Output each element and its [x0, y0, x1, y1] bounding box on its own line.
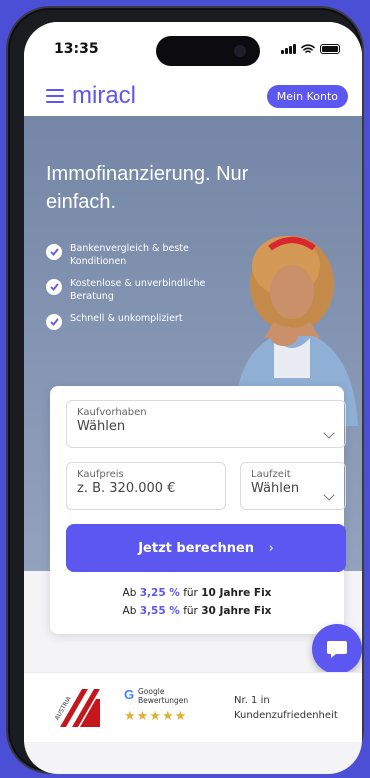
benefit-text: Schnell & unkompliziert: [70, 313, 183, 324]
benefit-list: Bankenvergleich & beste Konditionen Kost…: [46, 242, 216, 339]
rate-value: 3,55 %: [139, 605, 180, 617]
google-icon: G: [124, 687, 135, 702]
benefit-text: Bankenvergleich & beste Konditionen: [70, 243, 189, 267]
wifi-icon: [301, 44, 315, 53]
check-icon: [46, 244, 62, 260]
camera-icon: [234, 45, 246, 57]
logo[interactable]: miracl: [46, 82, 136, 110]
austria-badge-icon: AUSTRIA: [54, 689, 100, 727]
signal-icon: [281, 44, 296, 54]
status-time: 13:35: [54, 41, 99, 57]
price-label: Kaufpreis: [77, 469, 124, 480]
logo-text: miracl: [72, 82, 136, 109]
menu-icon[interactable]: [46, 89, 64, 103]
chat-icon: [327, 641, 347, 658]
satisfaction-text: Nr. 1 in Kundenzufriedenheit: [234, 695, 338, 721]
phone-screen: 13:35 miracl Mein Konto Immofinanzierung…: [24, 22, 362, 774]
purpose-select[interactable]: Kaufvorhaben Wählen: [66, 400, 346, 448]
chat-button[interactable]: [312, 624, 362, 674]
rate-line: Ab 3,25 % für 10 Jahre Fix: [122, 587, 272, 599]
calculator-card: Kaufvorhaben Wählen Kaufpreis z. B. 320.…: [50, 386, 346, 634]
star-icon: ★: [124, 709, 136, 724]
rate-value: 3,25 %: [139, 587, 180, 599]
benefit-item: Schnell & unkompliziert: [46, 312, 216, 330]
star-icon: ★: [149, 709, 161, 724]
price-input[interactable]: Kaufpreis z. B. 320.000 €: [66, 462, 226, 510]
phone-frame: 13:35 miracl Mein Konto Immofinanzierung…: [6, 6, 364, 774]
battery-icon: [320, 44, 340, 54]
chevron-right-icon: ›: [268, 540, 274, 556]
benefit-text: Kostenlose & unverbindliche Beratung: [70, 278, 206, 302]
check-icon: [46, 314, 62, 330]
star-icon: ★: [161, 709, 174, 724]
purpose-value: Wählen: [77, 419, 126, 434]
trust-footer: AUSTRIA G Google Bewertungen ★ ★ ★ ★ ★ Nr. 1…: [24, 672, 362, 742]
top-nav: miracl Mein Konto: [24, 76, 362, 116]
rating-stars: ★ ★ ★ ★ ★: [124, 709, 188, 724]
dynamic-island: [156, 36, 260, 66]
term-select[interactable]: Laufzeit Wählen: [240, 462, 346, 510]
term-label: Laufzeit: [251, 469, 291, 480]
hero-title: Immofinanzierung. Nur einfach.: [46, 163, 249, 213]
price-placeholder: z. B. 320.000 €: [77, 481, 176, 496]
google-text: Google Bewertungen: [138, 687, 189, 705]
account-button[interactable]: Mein Konto: [266, 84, 348, 108]
check-icon: [46, 279, 62, 295]
benefit-item: Kostenlose & unverbindliche Beratung: [46, 277, 216, 303]
rate-info: Ab 3,25 % für 10 Jahre Fix Ab 3,55 % für…: [50, 584, 344, 620]
term-value: Wählen: [251, 481, 300, 496]
calculate-button[interactable]: Jetzt berechnen ›: [66, 524, 346, 572]
rate-line: Ab 3,55 % für 30 Jahre Fix: [122, 605, 272, 617]
calculate-label: Jetzt berechnen: [138, 540, 255, 556]
google-reviews: G Google Bewertungen ★ ★ ★ ★ ★: [124, 687, 188, 724]
star-icon: ★: [174, 709, 187, 724]
purpose-label: Kaufvorhaben: [77, 407, 147, 418]
status-icons: [281, 44, 340, 54]
star-icon: ★: [136, 709, 149, 724]
benefit-item: Bankenvergleich & beste Konditionen: [46, 242, 216, 268]
